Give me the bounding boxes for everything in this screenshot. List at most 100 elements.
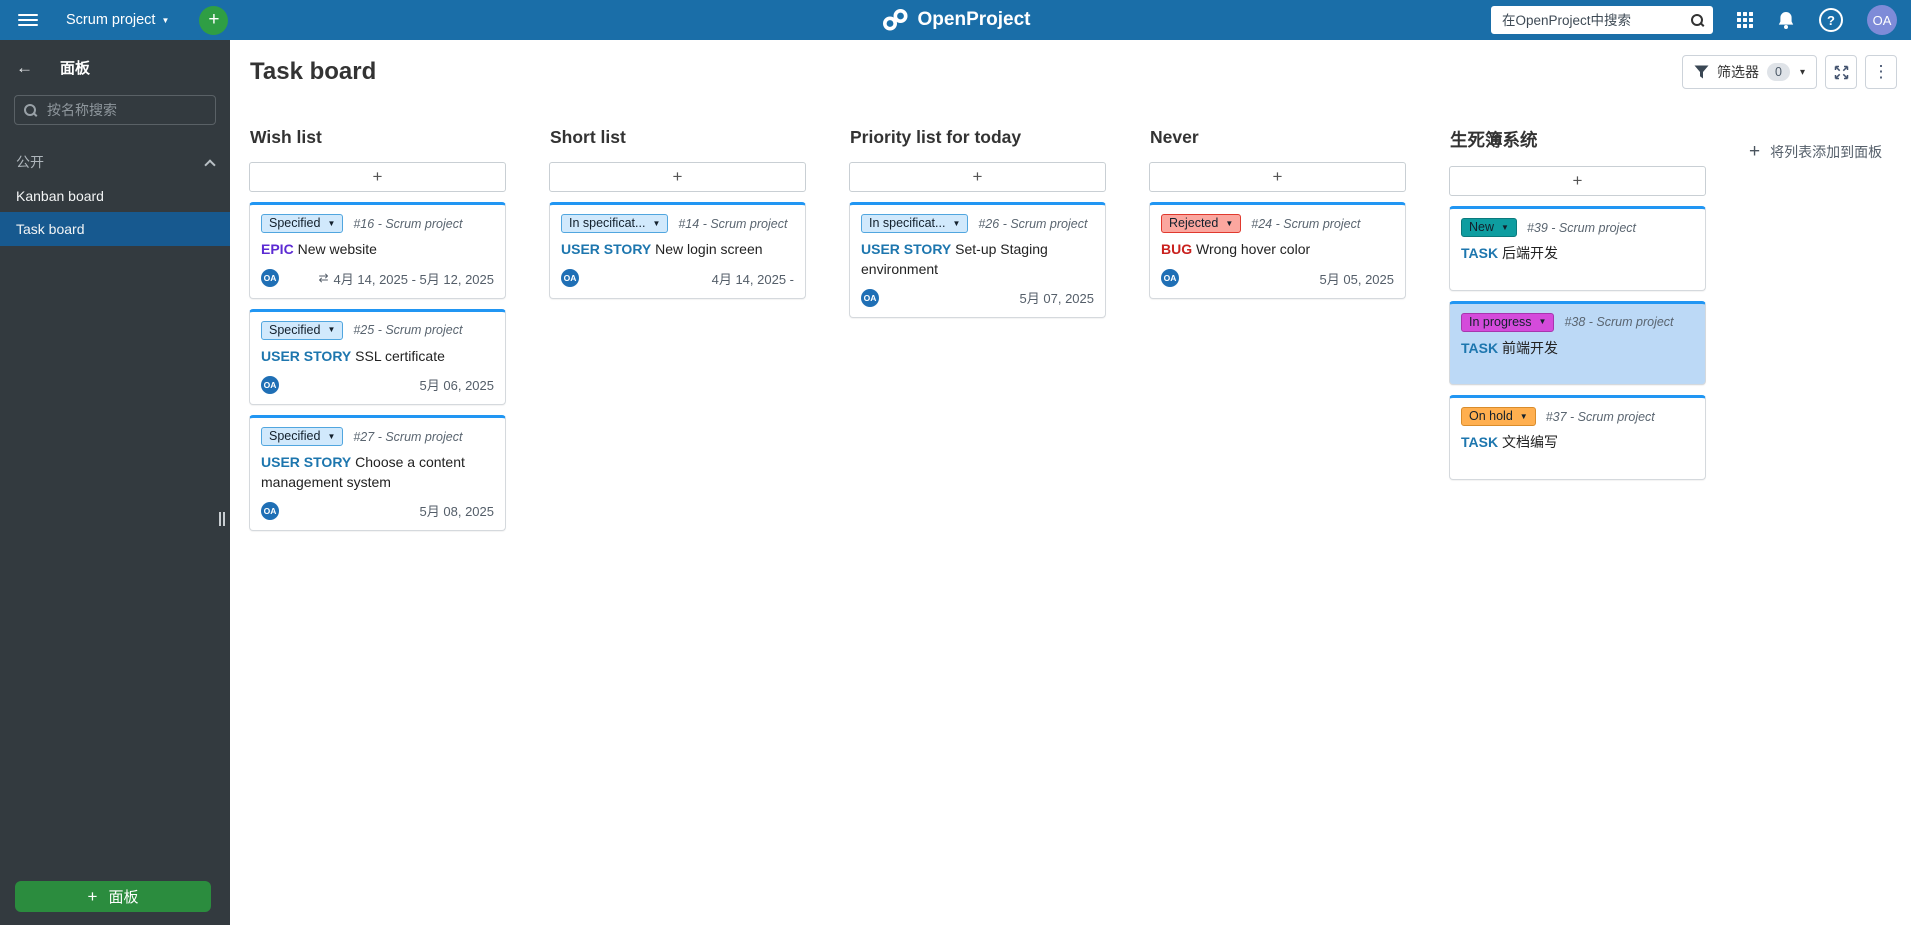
add-card-button[interactable]: + bbox=[1149, 162, 1406, 192]
apps-grid-icon[interactable] bbox=[1737, 12, 1753, 28]
work-package-card[interactable]: On hold ▼ #37 - Scrum project TASK 文档编写 bbox=[1449, 395, 1706, 480]
card-id: #27 bbox=[353, 429, 375, 444]
card-title-row: USER STORY Set-up Staging environment bbox=[861, 240, 1094, 279]
logo-text: OpenProject bbox=[917, 9, 1031, 30]
card-id: #14 bbox=[678, 216, 700, 231]
card-footer-row: OA 5月 08, 2025 bbox=[261, 501, 494, 520]
chevron-down-icon: ▾ bbox=[1799, 66, 1805, 78]
work-package-card[interactable]: In specificat... ▼ #14 - Scrum project USER… bbox=[549, 202, 806, 299]
card-id: #24 bbox=[1251, 216, 1273, 231]
card-date: 5月 05, 2025 bbox=[1320, 269, 1394, 288]
status-label: Specified bbox=[269, 429, 321, 444]
add-card-button[interactable]: + bbox=[1449, 166, 1706, 196]
sidebar-title: 面板 bbox=[60, 60, 91, 77]
work-package-type-label: USER STORY bbox=[561, 241, 652, 257]
status-badge[interactable]: In progress ▼ bbox=[1461, 312, 1555, 332]
project-selector[interactable]: Scrum project ▼ bbox=[60, 11, 175, 29]
card-meta: #27 - Scrum project bbox=[353, 429, 463, 444]
add-list-label: 将列表添加到面板 bbox=[1770, 144, 1883, 160]
avatar: OA bbox=[261, 501, 279, 520]
chevron-down-icon: ▼ bbox=[1225, 218, 1234, 228]
status-badge[interactable]: On hold ▼ bbox=[1461, 407, 1536, 427]
chevron-down-icon: ▼ bbox=[1501, 222, 1509, 232]
card-title: New login screen bbox=[655, 241, 763, 257]
work-package-card[interactable]: Specified ▼ #16 - Scrum project EPIC New we… bbox=[249, 202, 506, 299]
user-avatar[interactable]: OA bbox=[1867, 5, 1897, 35]
sidebar-section-public[interactable]: 公开 bbox=[16, 152, 216, 172]
card-meta: #39 - Scrum project bbox=[1526, 220, 1637, 235]
column-title[interactable]: 生死簿系统 bbox=[1450, 127, 1706, 152]
card-footer-row: OA 5月 05, 2025 bbox=[1161, 269, 1394, 288]
status-label: Specified bbox=[269, 322, 321, 337]
sidebar-resize-handle[interactable] bbox=[219, 512, 225, 526]
card-id: #39 bbox=[1526, 220, 1548, 235]
avatar: OA bbox=[561, 269, 579, 288]
work-package-card[interactable]: In progress ▼ #38 - Scrum project TASK 前端开发 bbox=[1449, 300, 1706, 386]
card-id: #16 bbox=[353, 216, 375, 231]
sidebar-search-input[interactable] bbox=[45, 101, 206, 119]
back-icon[interactable]: ← bbox=[16, 59, 33, 76]
sidebar-item-kanban-board[interactable]: Kanban board bbox=[0, 180, 230, 212]
chevron-down-icon: ▼ bbox=[952, 218, 961, 228]
work-package-card[interactable]: Rejected ▼ #24 - Scrum project BUG Wrong ho… bbox=[1149, 202, 1406, 299]
card-date: ⇄ 4月 14, 2025 - 5月 12, 2025 bbox=[318, 269, 494, 288]
status-badge[interactable]: Rejected ▼ bbox=[1161, 214, 1242, 233]
status-label: Rejected bbox=[1169, 216, 1219, 230]
column-title[interactable]: Short list bbox=[550, 127, 806, 148]
card-title-row: TASK 文档编写 bbox=[1461, 433, 1694, 453]
notifications-bell-icon[interactable] bbox=[1777, 11, 1795, 30]
card-footer-row: OA ⇄ 4月 14, 2025 - 5月 12, 2025 bbox=[261, 269, 494, 288]
status-badge[interactable]: Specified ▼ bbox=[261, 427, 344, 447]
chevron-up-icon[interactable] bbox=[204, 158, 216, 171]
card-header-row: In progress ▼ #38 - Scrum project bbox=[1461, 312, 1694, 332]
status-badge[interactable]: In specificat... ▼ bbox=[561, 214, 669, 233]
card-title: SSL certificate bbox=[355, 347, 445, 364]
menu-icon[interactable] bbox=[18, 10, 38, 30]
more-options-button[interactable]: ⋮ bbox=[1865, 55, 1897, 89]
board-column: 生死簿系统 + New ▼ #39 - Scrum project TASK 后端开发 In… bbox=[1449, 127, 1706, 490]
global-search-input[interactable] bbox=[1500, 11, 1691, 29]
card-title: New website bbox=[297, 241, 377, 257]
date-text: 5月 05, 2025 bbox=[1319, 271, 1394, 287]
card-project: Scrum project bbox=[1558, 220, 1637, 235]
work-package-card[interactable]: New ▼ #39 - Scrum project TASK 后端开发 bbox=[1449, 206, 1706, 291]
card-project: Scrum project bbox=[385, 323, 463, 338]
openproject-logo-icon bbox=[882, 9, 908, 31]
add-list-button[interactable]: + 将列表添加到面板 bbox=[1749, 141, 1882, 163]
work-package-card[interactable]: In specificat... ▼ #26 - Scrum project USER… bbox=[849, 202, 1106, 319]
card-date: 5月 06, 2025 bbox=[420, 375, 494, 394]
column-title[interactable]: Never bbox=[1150, 127, 1406, 148]
status-badge[interactable]: New ▼ bbox=[1461, 218, 1517, 237]
date-range-icon: ⇄ bbox=[318, 271, 329, 286]
work-package-card[interactable]: Specified ▼ #27 - Scrum project USER STORY … bbox=[249, 415, 506, 532]
help-icon[interactable]: ? bbox=[1819, 8, 1843, 32]
openproject-logo[interactable]: OpenProject bbox=[881, 0, 1031, 40]
card-id: #26 bbox=[978, 216, 1000, 231]
avatar: OA bbox=[261, 375, 279, 394]
status-badge[interactable]: Specified ▼ bbox=[261, 320, 344, 340]
work-package-card[interactable]: Specified ▼ #25 - Scrum project USER STORY … bbox=[249, 308, 506, 406]
card-project: Scrum project bbox=[385, 216, 463, 231]
add-card-button[interactable]: + bbox=[849, 162, 1106, 192]
status-badge[interactable]: Specified ▼ bbox=[261, 214, 344, 233]
card-header-row: Specified ▼ #16 - Scrum project bbox=[261, 214, 494, 233]
date-text: 5月 08, 2025 bbox=[419, 504, 494, 520]
filter-button[interactable]: 筛选器 0 ▾ bbox=[1682, 55, 1817, 89]
project-selector-label: Scrum project bbox=[66, 12, 156, 28]
add-card-button[interactable]: + bbox=[549, 162, 806, 192]
chevron-down-icon: ▼ bbox=[161, 15, 170, 25]
column-title[interactable]: Wish list bbox=[250, 127, 506, 148]
column-title[interactable]: Priority list for today bbox=[850, 127, 1106, 148]
card-date: 5月 07, 2025 bbox=[1020, 288, 1094, 307]
add-project-button[interactable]: + bbox=[199, 5, 229, 35]
card-project: Scrum project bbox=[710, 216, 788, 231]
new-board-button[interactable]: + 面板 bbox=[15, 881, 211, 912]
card-footer-row: OA 4月 14, 2025 - bbox=[561, 269, 794, 288]
chevron-down-icon: ▼ bbox=[327, 431, 336, 441]
add-card-button[interactable]: + bbox=[249, 162, 506, 192]
status-label: Specified bbox=[269, 216, 321, 230]
fullscreen-button[interactable] bbox=[1825, 55, 1857, 89]
sidebar-item-task-board[interactable]: Task board bbox=[0, 212, 230, 246]
work-package-type-label: TASK bbox=[1461, 434, 1499, 451]
status-badge[interactable]: In specificat... ▼ bbox=[861, 214, 969, 233]
